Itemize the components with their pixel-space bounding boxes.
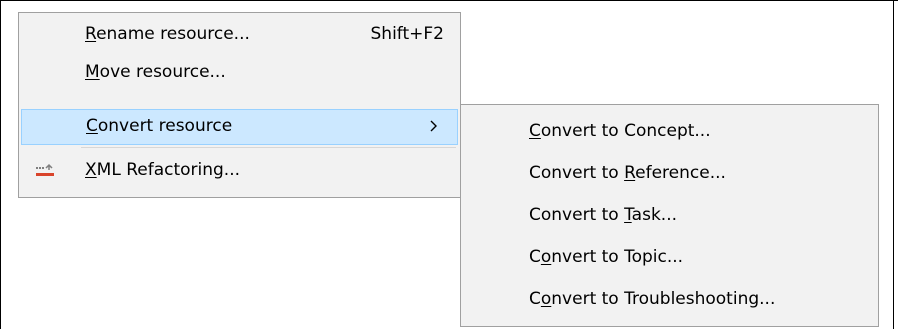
window-frame-right [893,0,894,329]
context-menu: Rename resource... Shift+F2 Move resourc… [18,12,461,198]
submenu-item-convert-to-concept[interactable]: Convert to Concept... [463,111,876,151]
menu-item-label: Rename resource... [85,24,250,44]
submenu-item-convert-to-reference[interactable]: Convert to Reference... [463,153,876,193]
submenu-item-label: Convert to Task... [529,205,678,225]
menu-item-label: Move resource... [85,62,226,82]
menu-item-shortcut: Shift+F2 [370,24,444,44]
submenu-item-convert-to-troubleshooting[interactable]: Convert to Troubleshooting... [463,279,876,319]
menu-item-label: XML Refactoring... [85,160,241,180]
submenu-item-label: Convert to Topic... [529,247,684,267]
convert-submenu: Convert to Concept... Convert to Referen… [460,104,879,327]
menu-item-rename-resource[interactable]: Rename resource... Shift+F2 [21,17,458,53]
submenu-item-label: Convert to Troubleshooting... [529,289,776,309]
menu-item-xml-refactoring[interactable]: XML Refactoring... [21,153,458,189]
submenu-item-convert-to-task[interactable]: Convert to Task... [463,195,876,235]
submenu-item-label: Convert to Reference... [529,163,726,183]
menu-item-label: Convert resource [86,116,233,136]
submenu-item-convert-to-topic[interactable]: Convert to Topic... [463,237,876,277]
screen: Rename resource... Shift+F2 Move resourc… [0,0,898,329]
menu-item-move-resource[interactable]: Move resource... [21,55,458,91]
window-frame-left [0,0,1,329]
menu-separator [81,147,456,148]
submenu-item-label: Convert to Concept... [529,121,711,141]
window-frame-top [0,0,898,1]
menu-item-convert-resource[interactable]: Convert resource [21,109,458,145]
chevron-right-icon [429,116,439,136]
xml-refactoring-icon [35,161,55,181]
